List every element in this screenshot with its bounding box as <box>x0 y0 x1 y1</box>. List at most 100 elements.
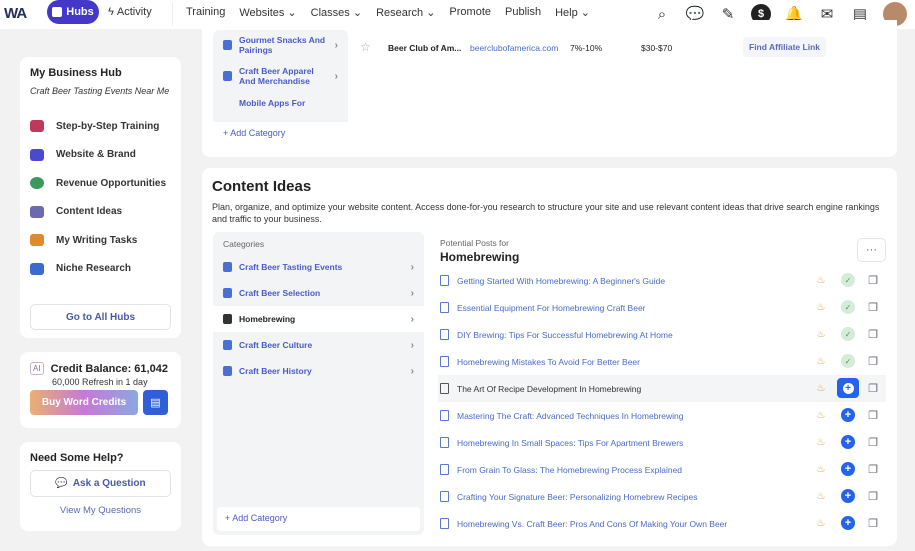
copy-icon[interactable]: ❐ <box>866 354 880 368</box>
idea-icon[interactable]: ♨ <box>814 435 828 449</box>
post-title[interactable]: DIY Brewing: Tips For Successful Homebre… <box>457 330 673 340</box>
sidebar-item-writing[interactable]: My Writing Tasks <box>30 226 171 255</box>
post-title[interactable]: Homebrewing Mistakes To Avoid For Better… <box>457 357 640 367</box>
post-row[interactable]: Crafting Your Signature Beer: Personaliz… <box>438 483 886 510</box>
check-icon: ✓ <box>841 327 855 341</box>
website-icon <box>30 148 44 161</box>
copy-icon[interactable]: ❐ <box>866 273 880 287</box>
copy-icon[interactable]: ❐ <box>866 435 880 449</box>
price-range: $30-$70 <box>641 43 673 53</box>
add-post-button[interactable]: + <box>841 462 855 476</box>
post-title[interactable]: Mastering The Craft: Advanced Techniques… <box>457 411 683 421</box>
add-label: Add Category <box>230 128 286 138</box>
add-post-button[interactable]: + <box>841 408 855 422</box>
add-post-button[interactable]: + <box>841 435 855 449</box>
document-icon <box>223 288 232 298</box>
activity-link[interactable]: ϟ Activity <box>108 6 152 18</box>
sidebar-item-training[interactable]: Step-by-Step Training <box>30 112 171 141</box>
revenue-card: Gourmet Snacks And Pairings › Craft Beer … <box>202 20 897 157</box>
post-row[interactable]: Homebrewing In Small Spaces: Tips For Ap… <box>438 429 886 456</box>
sidebar-item-website[interactable]: Website & Brand <box>30 141 171 170</box>
category-item[interactable]: Craft Beer Apparel And Merchandise › <box>213 60 348 92</box>
menu-publish[interactable]: Publish <box>505 6 541 19</box>
post-title[interactable]: Essential Equipment For Homebrewing Craf… <box>457 303 646 313</box>
category-label: Craft Beer Apparel And Merchandise <box>239 66 314 86</box>
post-title[interactable]: Homebrewing In Small Spaces: Tips For Ap… <box>457 438 683 448</box>
dollar-icon <box>30 177 44 190</box>
ask-question-button[interactable]: 💬 Ask a Question <box>30 470 171 497</box>
more-options-button[interactable]: ··· <box>857 238 886 262</box>
post-title[interactable]: From Grain To Glass: The Homebrewing Pro… <box>457 465 682 475</box>
menu-help[interactable]: Help ⌄ <box>555 6 590 19</box>
post-title[interactable]: Homebrewing Vs. Craft Beer: Pros And Con… <box>457 519 727 529</box>
logo[interactable]: WA <box>4 5 27 22</box>
idea-icon[interactable]: ♨ <box>814 408 828 422</box>
post-row[interactable]: Mastering The Craft: Advanced Techniques… <box>438 402 886 429</box>
post-row[interactable]: DIY Brewing: Tips For Successful Homebre… <box>438 321 886 348</box>
post-row[interactable]: Getting Started With Homebrewing: A Begi… <box>438 267 886 294</box>
check-icon: ✓ <box>841 273 855 287</box>
post-row[interactable]: The Art Of Recipe Development In Homebre… <box>438 375 886 402</box>
post-row[interactable]: Homebrewing Mistakes To Avoid For Better… <box>438 348 886 375</box>
category-item[interactable]: Mobile Apps For <box>213 92 348 114</box>
copy-icon[interactable]: ❐ <box>866 516 880 530</box>
document-icon <box>440 491 449 502</box>
menu-promote[interactable]: Promote <box>449 6 491 19</box>
all-hubs-button[interactable]: Go to All Hubs <box>30 304 171 330</box>
menu-training[interactable]: Training <box>186 6 225 19</box>
sidebar-item-niche[interactable]: Niche Research <box>30 255 171 284</box>
find-affiliate-link-button[interactable]: Find Affiliate Link <box>743 37 826 57</box>
document-icon <box>440 275 449 286</box>
add-post-button[interactable]: + <box>841 489 855 503</box>
training-icon <box>30 120 44 133</box>
add-post-button[interactable]: + <box>837 378 859 398</box>
category-item[interactable]: Craft Beer Selection › <box>213 280 424 306</box>
hubs-label: Hubs <box>66 6 94 18</box>
post-title[interactable]: Getting Started With Homebrewing: A Begi… <box>457 276 665 286</box>
category-item[interactable]: Craft Beer Tasting Events › <box>213 254 424 280</box>
category-item[interactable]: Gourmet Snacks And Pairings › <box>213 30 348 60</box>
category-item[interactable]: Craft Beer History › <box>213 358 424 384</box>
post-title[interactable]: The Art Of Recipe Development In Homebre… <box>457 384 641 394</box>
category-item[interactable]: Homebrewing › <box>213 306 424 332</box>
sidebar-item-content-ideas[interactable]: Content Ideas <box>30 198 171 227</box>
program-url[interactable]: beerclubofamerica.com <box>470 43 558 53</box>
idea-icon[interactable]: ♨ <box>814 381 828 395</box>
item-label: Content Ideas <box>56 206 123 218</box>
category-item[interactable]: Craft Beer Culture › <box>213 332 424 358</box>
view-questions-link[interactable]: View My Questions <box>30 505 171 516</box>
chevron-right-icon: › <box>334 70 338 82</box>
idea-icon[interactable]: ♨ <box>814 327 828 341</box>
buy-credits-button[interactable]: Buy Word Credits <box>30 390 138 415</box>
idea-icon[interactable]: ♨ <box>814 462 828 476</box>
help-title: Need Some Help? <box>30 452 124 464</box>
hubs-button[interactable]: Hubs <box>47 0 99 24</box>
copy-icon[interactable]: ❐ <box>866 489 880 503</box>
copy-icon[interactable]: ❐ <box>866 300 880 314</box>
menu-classes[interactable]: Classes ⌄ <box>311 6 362 19</box>
chevron-right-icon: › <box>410 313 414 325</box>
copy-icon[interactable]: ❐ <box>866 327 880 341</box>
hubs-icon <box>52 7 63 17</box>
document-button[interactable]: ▤ <box>143 390 168 415</box>
idea-icon[interactable]: ♨ <box>814 516 828 530</box>
chevron-right-icon: › <box>410 339 414 351</box>
add-post-button[interactable]: + <box>841 516 855 530</box>
idea-icon[interactable]: ♨ <box>814 489 828 503</box>
post-title[interactable]: Crafting Your Signature Beer: Personaliz… <box>457 492 698 502</box>
add-category-button[interactable]: + Add Category <box>217 507 420 531</box>
post-row[interactable]: From Grain To Glass: The Homebrewing Pro… <box>438 456 886 483</box>
idea-icon[interactable]: ♨ <box>814 354 828 368</box>
post-row[interactable]: Homebrewing Vs. Craft Beer: Pros And Con… <box>438 510 886 537</box>
copy-icon[interactable]: ❐ <box>866 462 880 476</box>
add-category-button[interactable]: + Add Category <box>213 122 348 146</box>
menu-websites[interactable]: Websites ⌄ <box>239 6 296 19</box>
copy-icon[interactable]: ❐ <box>866 381 880 395</box>
post-row[interactable]: Essential Equipment For Homebrewing Craf… <box>438 294 886 321</box>
star-icon[interactable]: ☆ <box>360 40 371 54</box>
idea-icon[interactable]: ♨ <box>814 300 828 314</box>
sidebar-item-revenue[interactable]: Revenue Opportunities <box>30 169 171 198</box>
idea-icon[interactable]: ♨ <box>814 273 828 287</box>
menu-research[interactable]: Research ⌄ <box>376 6 435 19</box>
copy-icon[interactable]: ❐ <box>866 408 880 422</box>
